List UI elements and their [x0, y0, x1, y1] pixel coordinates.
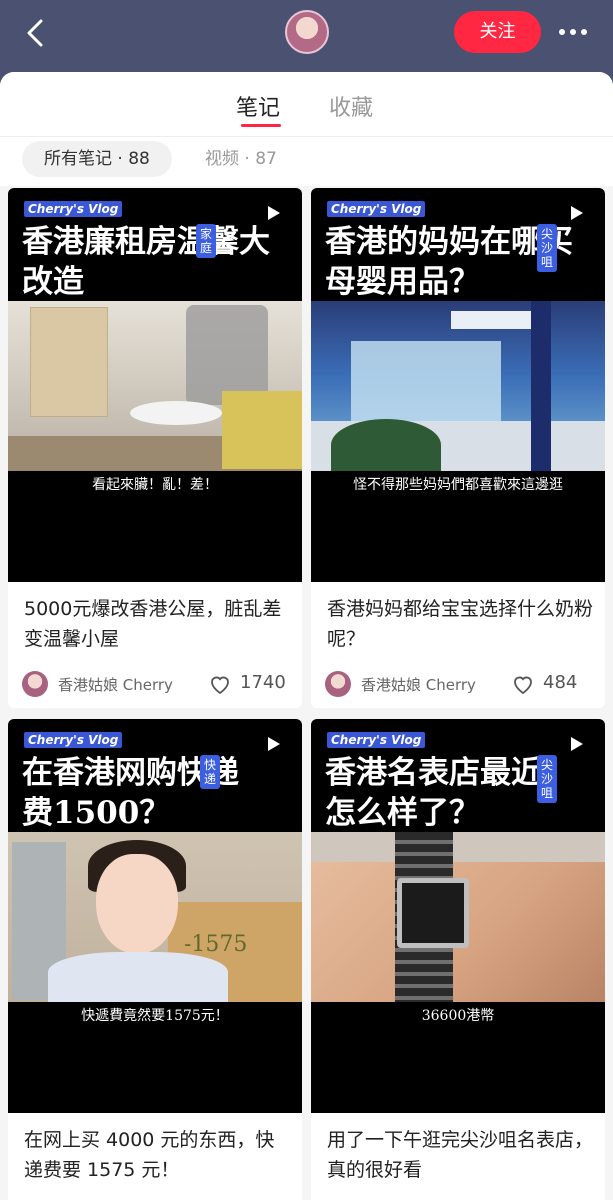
author-row: 香港姑娘 Cherry 484 [325, 669, 595, 699]
video-thumbnail: Cherry's Vlog 香港的妈妈在哪买母婴用品？ 尖沙咀 怪不得那些妈妈們… [311, 188, 605, 582]
more-button[interactable] [555, 18, 591, 46]
author-row: 香港姑娘 Cherry 1740 [22, 669, 292, 699]
vlog-label: Cherry's Vlog [24, 201, 123, 217]
author-name[interactable]: 香港姑娘 Cherry [361, 674, 476, 695]
tab-bar: 笔记 收藏 [0, 72, 613, 136]
like-count: 484 [543, 672, 578, 693]
author-avatar[interactable] [22, 671, 48, 697]
play-icon [571, 737, 583, 751]
video-subtitle: 看起來臟！亂！差！ [92, 477, 218, 493]
back-button[interactable] [22, 16, 50, 50]
cover-side-tag: 快递 [200, 755, 220, 789]
vlog-label: Cherry's Vlog [327, 201, 426, 217]
profile-avatar[interactable] [285, 10, 329, 54]
tab-favorites[interactable]: 收藏 [329, 90, 373, 122]
note-description: 用了一下午逛完尖沙咀名表店，真的很好看 [327, 1129, 594, 1181]
cover-side-tag: 尖沙咀 [537, 224, 557, 272]
cover-overlay-number: -1575 [184, 932, 248, 957]
top-bar: 关注 [0, 0, 613, 72]
heart-icon[interactable] [208, 672, 232, 696]
like-count: 1740 [240, 672, 286, 693]
play-icon [268, 737, 280, 751]
cover-side-tag: 家庭 [196, 224, 216, 258]
note-card[interactable]: Cherry's Vlog 香港廉租房温馨大改造 家庭 看起來臟！亂！差！ 50… [8, 188, 302, 708]
active-tab-indicator [241, 124, 281, 127]
video-thumbnail: Cherry's Vlog 在香港网购快递费1500？ 快递 -1575 快遞費… [8, 719, 302, 1113]
heart-icon[interactable] [511, 672, 535, 696]
cover-side-tag: 尖沙咀 [537, 755, 557, 803]
note-description: 5000元爆改香港公屋，脏乱差变温馨小屋 [24, 598, 282, 650]
play-icon [571, 206, 583, 220]
follow-button[interactable]: 关注 [454, 11, 541, 53]
video-thumbnail: Cherry's Vlog 香港廉租房温馨大改造 家庭 看起來臟！亂！差！ [8, 188, 302, 582]
cover-title: 香港名表店最近怎么样了？ [325, 755, 542, 831]
note-card[interactable]: Cherry's Vlog 香港的妈妈在哪买母婴用品？ 尖沙咀 怪不得那些妈妈們… [311, 188, 605, 708]
vlog-label: Cherry's Vlog [24, 732, 123, 748]
note-card[interactable]: Cherry's Vlog 香港名表店最近怎么样了？ 尖沙咀 36600港幣 用… [311, 719, 605, 1200]
ellipsis-icon [559, 29, 587, 35]
note-description: 香港妈妈都给宝宝选择什么奶粉呢？ [327, 598, 594, 650]
video-subtitle: 36600港幣 [421, 1008, 495, 1024]
content-sheet: 笔记 收藏 所有笔记 · 88 视频 · 87 Cherry's Vlog 香港… [0, 72, 613, 1200]
cover-photo [311, 832, 605, 1002]
cover-photo [8, 301, 302, 471]
chevron-left-icon [27, 19, 43, 47]
author-name[interactable]: 香港姑娘 Cherry [58, 674, 173, 695]
note-card[interactable]: Cherry's Vlog 在香港网购快递费1500？ 快递 -1575 快遞費… [8, 719, 302, 1200]
video-subtitle: 怪不得那些妈妈們都喜歡來這邊逛 [353, 477, 563, 493]
video-subtitle: 快遞費竟然要1575元！ [81, 1008, 229, 1024]
note-description: 在网上买 4000 元的东西，快递费要 1575 元！ [24, 1129, 275, 1181]
vlog-label: Cherry's Vlog [327, 732, 426, 748]
author-avatar[interactable] [325, 671, 351, 697]
cover-photo [311, 301, 605, 471]
video-thumbnail: Cherry's Vlog 香港名表店最近怎么样了？ 尖沙咀 36600港幣 [311, 719, 605, 1113]
play-icon [268, 206, 280, 220]
filter-all-notes[interactable]: 所有笔记 · 88 [22, 141, 172, 177]
filter-bar: 所有笔记 · 88 视频 · 87 [0, 136, 613, 186]
tab-notes[interactable]: 笔记 [236, 90, 280, 122]
cover-title: 香港廉租房温馨大改造 [22, 224, 270, 300]
cover-photo: -1575 [8, 832, 302, 1002]
filter-videos[interactable]: 视频 · 87 [205, 141, 277, 177]
